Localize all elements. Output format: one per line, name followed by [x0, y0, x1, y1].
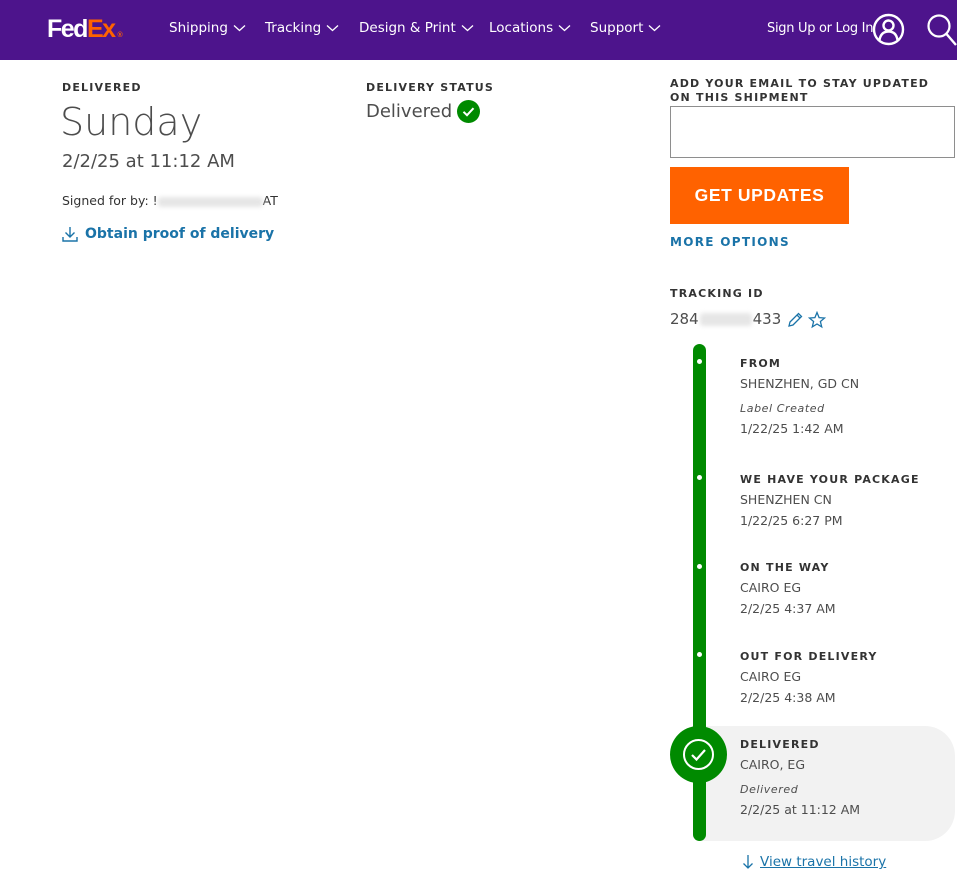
delivery-day: Sunday: [60, 100, 203, 144]
pencil-icon[interactable]: [787, 312, 803, 328]
redacted-tracking-digits: [699, 312, 752, 326]
event-location: SHENZHEN CN: [740, 492, 832, 507]
delivered-check-badge: [670, 726, 727, 783]
event-time: 2/2/25 4:38 AM: [740, 690, 836, 705]
fedex-logo[interactable]: Fed Ex ®: [47, 15, 123, 43]
redacted-name: [157, 196, 263, 207]
nav-shipping-label: Shipping: [169, 20, 228, 36]
delivery-datetime: 2/2/25 at 11:12 AM: [62, 151, 235, 172]
delivery-status-value: Delivered: [366, 101, 453, 122]
nav-design-print[interactable]: Design & Print: [359, 20, 474, 36]
arrow-down-icon: [743, 855, 753, 869]
logo-registered-mark: ®: [117, 32, 123, 39]
timeline-event: FROM SHENZHEN, GD CN Label Created 1/22/…: [740, 357, 859, 436]
delivered-label: DELIVERED: [62, 81, 142, 94]
event-location: CAIRO, EG: [740, 757, 806, 772]
delivery-status-label: DELIVERY STATUS: [366, 81, 495, 94]
get-updates-button[interactable]: GET UPDATES: [670, 167, 849, 224]
view-travel-history-link[interactable]: View travel history: [742, 854, 886, 870]
event-location: SHENZHEN, GD CN: [740, 376, 860, 391]
check-circle-icon: [683, 739, 714, 770]
tracking-id-value: 284 433: [670, 310, 781, 328]
timeline-dot: [697, 359, 702, 364]
timeline-dot: [697, 564, 702, 569]
chevron-down-icon: [558, 25, 571, 32]
event-time: 1/22/25 6:27 PM: [740, 513, 843, 528]
sign-in-link[interactable]: Sign Up or Log In: [767, 21, 873, 36]
event-title: WE HAVE YOUR PACKAGE: [740, 473, 920, 486]
more-options-link[interactable]: MORE OPTIONS: [670, 235, 790, 249]
delivery-status: Delivered: [366, 100, 481, 123]
logo-ex: Ex: [86, 15, 116, 43]
nav-support-label: Support: [590, 20, 644, 36]
nav-tracking-label: Tracking: [265, 20, 322, 36]
obtain-proof-label: Obtain proof of delivery: [85, 226, 275, 242]
timeline-event: OUT FOR DELIVERY CAIRO EG 2/2/25 4:38 AM: [740, 650, 878, 705]
tracking-id-label: TRACKING ID: [670, 287, 764, 300]
event-title: DELIVERED: [740, 738, 820, 751]
timeline-dot: [697, 652, 702, 657]
nav-locations-label: Locations: [489, 20, 554, 36]
obtain-proof-of-delivery-link[interactable]: Obtain proof of delivery: [62, 226, 274, 242]
chevron-down-icon: [648, 25, 661, 32]
logo-fed: Fed: [47, 15, 88, 43]
event-title: FROM: [740, 357, 782, 370]
event-time: 2/2/25 4:37 AM: [740, 601, 836, 616]
chevron-down-icon: [326, 25, 339, 32]
tracking-id-end: 433: [752, 310, 782, 328]
nav-support[interactable]: Support: [590, 20, 661, 36]
event-title: ON THE WAY: [740, 561, 830, 574]
timeline-event: WE HAVE YOUR PACKAGE SHENZHEN CN 1/22/25…: [740, 473, 920, 528]
view-travel-history-label: View travel history: [760, 854, 887, 870]
email-updates-label: ADD YOUR EMAIL TO STAY UPDATED ON THIS S…: [670, 77, 930, 104]
tracking-id-start: 284: [670, 310, 699, 328]
nav-locations[interactable]: Locations: [489, 20, 571, 36]
event-location: CAIRO EG: [740, 669, 802, 684]
event-title: OUT FOR DELIVERY: [740, 650, 878, 663]
timeline-event: ON THE WAY CAIRO EG 2/2/25 4:37 AM: [740, 561, 836, 616]
search-icon[interactable]: [926, 13, 957, 47]
event-location: CAIRO EG: [740, 580, 802, 595]
star-icon[interactable]: [808, 311, 826, 329]
nav-tracking[interactable]: Tracking: [265, 20, 339, 36]
event-note: Label Created: [740, 402, 825, 415]
chevron-down-icon: [461, 25, 474, 32]
email-input[interactable]: [670, 106, 955, 158]
event-note: Delivered: [740, 783, 799, 796]
nav-design-print-label: Design & Print: [359, 20, 456, 36]
signed-for-end: AT: [262, 193, 278, 208]
signed-for-by: Signed for by: ! AT: [62, 193, 278, 208]
timeline-event-delivered: DELIVERED CAIRO, EG Delivered 2/2/25 at …: [740, 738, 860, 817]
user-icon[interactable]: [872, 13, 905, 46]
download-icon: [62, 227, 78, 242]
timeline-dot: [697, 475, 702, 480]
signed-for-prefix: Signed for by: !: [62, 193, 158, 208]
event-time: 1/22/25 1:42 AM: [740, 421, 844, 436]
chevron-down-icon: [233, 25, 246, 32]
nav-shipping[interactable]: Shipping: [169, 20, 246, 36]
event-time: 2/2/25 at 11:12 AM: [740, 802, 861, 817]
check-circle-icon: [457, 100, 481, 123]
top-navigation-bar: Fed Ex ® Shipping Tracking Design & Print …: [0, 0, 957, 60]
